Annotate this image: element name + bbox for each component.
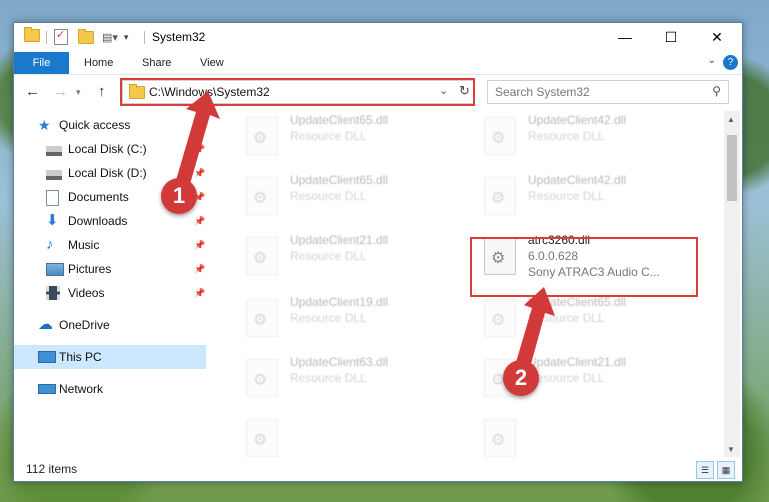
explorer-window: ▤▾ ▾ System32 — ☐ ✕ File Home Share View… bbox=[13, 22, 743, 482]
arrow-1 bbox=[174, 91, 220, 191]
step-badge-2: 2 bbox=[503, 360, 539, 396]
step-badge-1: 1 bbox=[161, 178, 197, 214]
annotation-arrows bbox=[174, 91, 555, 375]
